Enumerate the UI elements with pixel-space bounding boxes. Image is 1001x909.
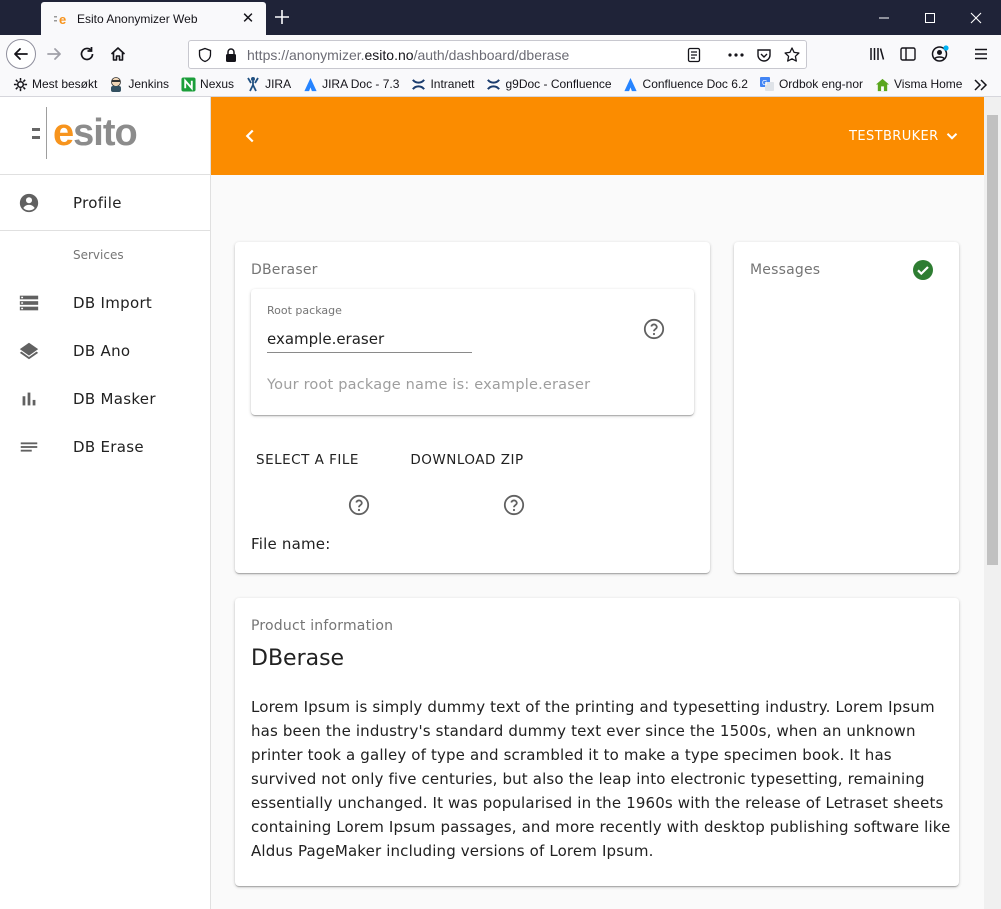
download-zip-button[interactable]: DOWNLOAD ZIP [405, 442, 529, 478]
logo-area: esito [0, 97, 210, 175]
messages-title: Messages [750, 262, 821, 278]
pocket-icon[interactable] [756, 47, 772, 63]
bookmarks-toolbar: Mest besøkt Jenkins Nexus JIRA JIRA Doc … [0, 72, 1001, 97]
account-icon[interactable] [925, 39, 955, 69]
page-actions-icon[interactable] [727, 47, 745, 63]
app-top-bar: TESTBRUKER [211, 97, 984, 175]
more-bookmarks-icon[interactable] [971, 76, 989, 94]
browser-forward-icon[interactable] [39, 39, 69, 69]
atlassian-icon [623, 76, 639, 92]
jenkins-icon [108, 76, 124, 92]
root-package-label: Root package [267, 304, 342, 317]
google-translate-icon: G [759, 76, 775, 92]
scrollbar-thumb[interactable] [987, 115, 998, 565]
sidebar-item-db-erase[interactable]: DB Erase [0, 423, 210, 471]
library-icon[interactable] [862, 39, 892, 69]
page-scrollbar[interactable] [984, 97, 1001, 909]
help-icon[interactable] [347, 493, 371, 517]
minimize-window-icon[interactable] [861, 0, 907, 35]
bookmark-g9doc[interactable]: g9Doc - Confluence [485, 76, 612, 92]
sidebar-item-label: DB Import [73, 294, 153, 312]
bookmark-jira-doc[interactable]: JIRA Doc - 7.3 [302, 76, 399, 92]
product-info-title: Product information [251, 618, 394, 634]
esito-favicon-icon: e [53, 11, 69, 27]
tab-close-icon[interactable]: ✕ [240, 10, 256, 26]
logo-bars-icon [32, 127, 40, 139]
jira-icon [245, 76, 261, 92]
root-package-card: Root package Your root package name is: … [251, 289, 694, 415]
atlassian-icon [302, 76, 318, 92]
messages-card: Messages [734, 242, 959, 573]
bookmark-ordbok[interactable]: G Ordbok eng-nor [759, 76, 863, 92]
browser-tab[interactable]: e Esito Anonymizer Web ✕ [41, 2, 266, 35]
sidebar: esito Profile Services DB Import DB Ano [0, 97, 211, 909]
sidebar-item-db-masker[interactable]: DB Masker [0, 375, 210, 423]
bookmark-jenkins[interactable]: Jenkins [108, 76, 169, 92]
dberaser-card: DBeraser Root package Your root package … [235, 242, 710, 573]
url-text[interactable]: https://anonymizer.esito.no/auth/dashboa… [247, 47, 569, 63]
bar-chart-icon [18, 388, 40, 410]
browser-back-icon[interactable] [6, 39, 36, 69]
storage-icon [18, 292, 40, 314]
chevron-left-icon[interactable] [239, 125, 261, 147]
layers-icon [18, 340, 40, 362]
browser-title-bar: e Esito Anonymizer Web ✕ [0, 0, 1001, 35]
confluence-icon [485, 76, 501, 92]
gear-icon [12, 76, 28, 92]
sidebar-item-db-import[interactable]: DB Import [0, 279, 210, 327]
dberaser-title: DBeraser [251, 262, 318, 278]
sidebar-item-db-ano[interactable]: DB Ano [0, 327, 210, 375]
bookmark-nexus[interactable]: Nexus [180, 76, 234, 92]
bookmark-star-icon[interactable] [783, 46, 801, 64]
bookmark-mest-besokt[interactable]: Mest besøkt [12, 76, 97, 92]
page-viewport: esito Profile Services DB Import DB Ano [0, 97, 1001, 909]
bookmark-jira[interactable]: JIRA [245, 76, 291, 92]
lock-icon[interactable] [223, 47, 239, 63]
services-heading: Services [73, 248, 124, 262]
tab-title: Esito Anonymizer Web [77, 11, 198, 26]
root-package-message: Your root package name is: example.erase… [267, 377, 591, 393]
check-circle-icon [911, 258, 935, 282]
sidebar-item-label: Profile [73, 193, 122, 212]
reload-icon[interactable] [72, 39, 102, 69]
svg-text:e: e [59, 12, 66, 27]
svg-text:G: G [762, 80, 767, 87]
product-heading: DBerase [251, 646, 345, 671]
maximize-window-icon[interactable] [907, 0, 953, 35]
notes-icon [18, 436, 40, 458]
bookmark-visma-home[interactable]: Visma Home [874, 76, 962, 92]
help-icon[interactable] [502, 493, 526, 517]
bookmark-confluence-doc[interactable]: Confluence Doc 6.2 [623, 76, 748, 92]
address-bar[interactable]: https://anonymizer.esito.no/auth/dashboa… [188, 40, 807, 69]
shield-icon[interactable] [197, 47, 213, 63]
sidebar-item-label: DB Ano [73, 342, 131, 360]
user-name: TESTBRUKER [849, 128, 939, 144]
product-info-card: Product information DBerase Lorem Ipsum … [235, 598, 959, 886]
file-name-label: File name: [251, 535, 331, 553]
select-file-button[interactable]: SELECT A FILE [250, 442, 365, 478]
root-package-input[interactable] [267, 325, 472, 353]
confluence-icon [410, 76, 426, 92]
nexus-icon [180, 76, 196, 92]
reader-view-icon[interactable] [686, 47, 702, 63]
esito-logo[interactable]: esito [32, 107, 138, 159]
home-icon[interactable] [103, 39, 133, 69]
product-description: Lorem Ipsum is simply dummy text of the … [251, 698, 951, 860]
close-window-icon[interactable] [953, 0, 999, 35]
user-menu[interactable]: TESTBRUKER [849, 127, 961, 145]
help-icon[interactable] [642, 317, 666, 341]
home-icon [874, 76, 890, 92]
account-circle-icon [18, 192, 40, 214]
bookmark-intranett[interactable]: Intranett [410, 76, 474, 92]
chevron-down-icon [943, 127, 961, 145]
browser-toolbar: https://anonymizer.esito.no/auth/dashboa… [0, 35, 1001, 72]
sidebar-toggle-icon[interactable] [893, 39, 923, 69]
sidebar-item-label: DB Masker [73, 390, 156, 408]
menu-icon[interactable] [966, 39, 996, 69]
sidebar-item-profile[interactable]: Profile [0, 175, 210, 231]
new-tab-icon[interactable] [272, 7, 292, 27]
sidebar-item-label: DB Erase [73, 438, 144, 456]
